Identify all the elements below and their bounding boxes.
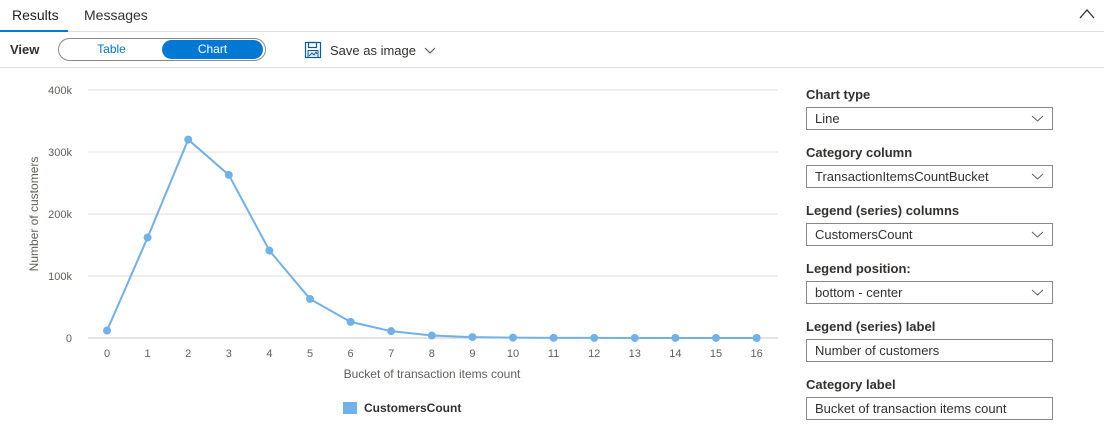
table-view-option[interactable]: Table (61, 40, 162, 59)
chevron-down-icon (424, 47, 436, 54)
data-point (712, 333, 720, 342)
save-image-icon (304, 41, 322, 59)
legend-columns-select[interactable]: CustomersCount (806, 223, 1053, 246)
x-tick-label: 5 (307, 348, 313, 360)
data-point (306, 294, 314, 303)
data-point (427, 331, 436, 340)
legend-swatch (343, 402, 357, 414)
x-tick-label: 7 (388, 348, 394, 360)
chevron-down-icon (1031, 173, 1044, 180)
data-point (752, 333, 761, 342)
chart-type-value: Line (815, 111, 840, 126)
y-tick-label: 100k (48, 271, 72, 283)
save-as-image-button[interactable]: Save as image (304, 40, 436, 60)
category-label-label: Category label (806, 377, 896, 392)
chart-type-label: Chart type (806, 87, 871, 102)
data-point (549, 333, 558, 342)
save-as-image-label: Save as image (330, 42, 416, 58)
y-axis-label: Number of customers (27, 157, 41, 272)
results-tab-bar: Results Messages (0, 0, 1104, 32)
legend-position-value: bottom - center (815, 285, 903, 300)
data-point (468, 333, 477, 342)
x-tick-label: 12 (588, 348, 600, 360)
chart-area: 0 100k 200k 300k 400k 0 1 2 3 4 5 6 7 8 9 10 11 12 13 14 15… (0, 68, 790, 444)
chart-view-option[interactable]: Chart (162, 40, 263, 59)
category-column-value: TransactionItemsCountBucket (815, 169, 989, 184)
x-axis-label: Bucket of transaction items count (344, 367, 521, 381)
x-tick-label: 15 (710, 348, 722, 360)
x-tick-label: 13 (629, 348, 641, 360)
legend-label: CustomersCount (364, 401, 461, 415)
category-label-input[interactable]: Bucket of transaction items count (806, 397, 1053, 420)
x-tick-label: 2 (185, 348, 191, 360)
chart-legend: CustomersCount (343, 401, 461, 415)
view-toolbar: View Table Chart Save as image (0, 32, 1104, 68)
legend-position-label: Legend position: (806, 261, 911, 276)
y-tick-label: 0 (66, 333, 72, 345)
chevron-down-icon (1031, 115, 1044, 122)
category-column-select[interactable]: TransactionItemsCountBucket (806, 165, 1053, 188)
view-label: View (10, 42, 40, 57)
data-point (224, 170, 233, 179)
x-tick-label: 0 (104, 348, 110, 360)
data-point (143, 233, 152, 242)
series-line (106, 137, 757, 339)
x-tick-label: 10 (507, 348, 519, 360)
data-point (590, 333, 599, 342)
y-tick-label: 300k (48, 147, 72, 159)
y-tick-label: 400k (48, 85, 72, 97)
legend-columns-label: Legend (series) columns (806, 203, 960, 218)
data-point (671, 333, 680, 342)
x-tick-label: 9 (469, 348, 475, 360)
chevron-down-icon (1031, 289, 1044, 296)
x-tick-label: 4 (266, 348, 272, 360)
view-toggle: Table Chart (58, 38, 266, 61)
tab-messages[interactable]: Messages (84, 7, 148, 23)
data-point (265, 246, 274, 255)
data-point (184, 135, 193, 144)
chevron-up-icon[interactable] (1078, 6, 1096, 22)
x-tick-label: 11 (548, 348, 559, 360)
data-point (630, 333, 639, 342)
x-tick-label: 6 (348, 348, 354, 360)
line-chart: 0100k200k300k400k 0 1 2 3 4 5 6 7 8 9 10 11 12 13 14 15… (27, 85, 778, 415)
tab-results[interactable]: Results (12, 7, 59, 23)
legend-position-select[interactable]: bottom - center (806, 281, 1053, 304)
x-tick-label: 14 (669, 348, 681, 360)
data-point (103, 326, 111, 335)
chart-type-select[interactable]: Line (806, 107, 1053, 130)
legend-label-input[interactable]: Number of customers (806, 339, 1053, 362)
chevron-down-icon (1031, 231, 1044, 238)
category-column-label: Category column (806, 145, 913, 160)
x-tick-label: 1 (145, 348, 151, 360)
legend-label-label: Legend (series) label (806, 319, 936, 334)
data-point (346, 317, 355, 326)
data-point (387, 327, 396, 336)
y-tick-label: 200k (48, 209, 72, 221)
data-point (509, 333, 517, 342)
x-tick-label: 3 (226, 348, 232, 360)
x-tick-label: 16 (750, 348, 762, 360)
x-tick-label: 8 (429, 348, 435, 360)
legend-columns-value: CustomersCount (815, 227, 913, 242)
